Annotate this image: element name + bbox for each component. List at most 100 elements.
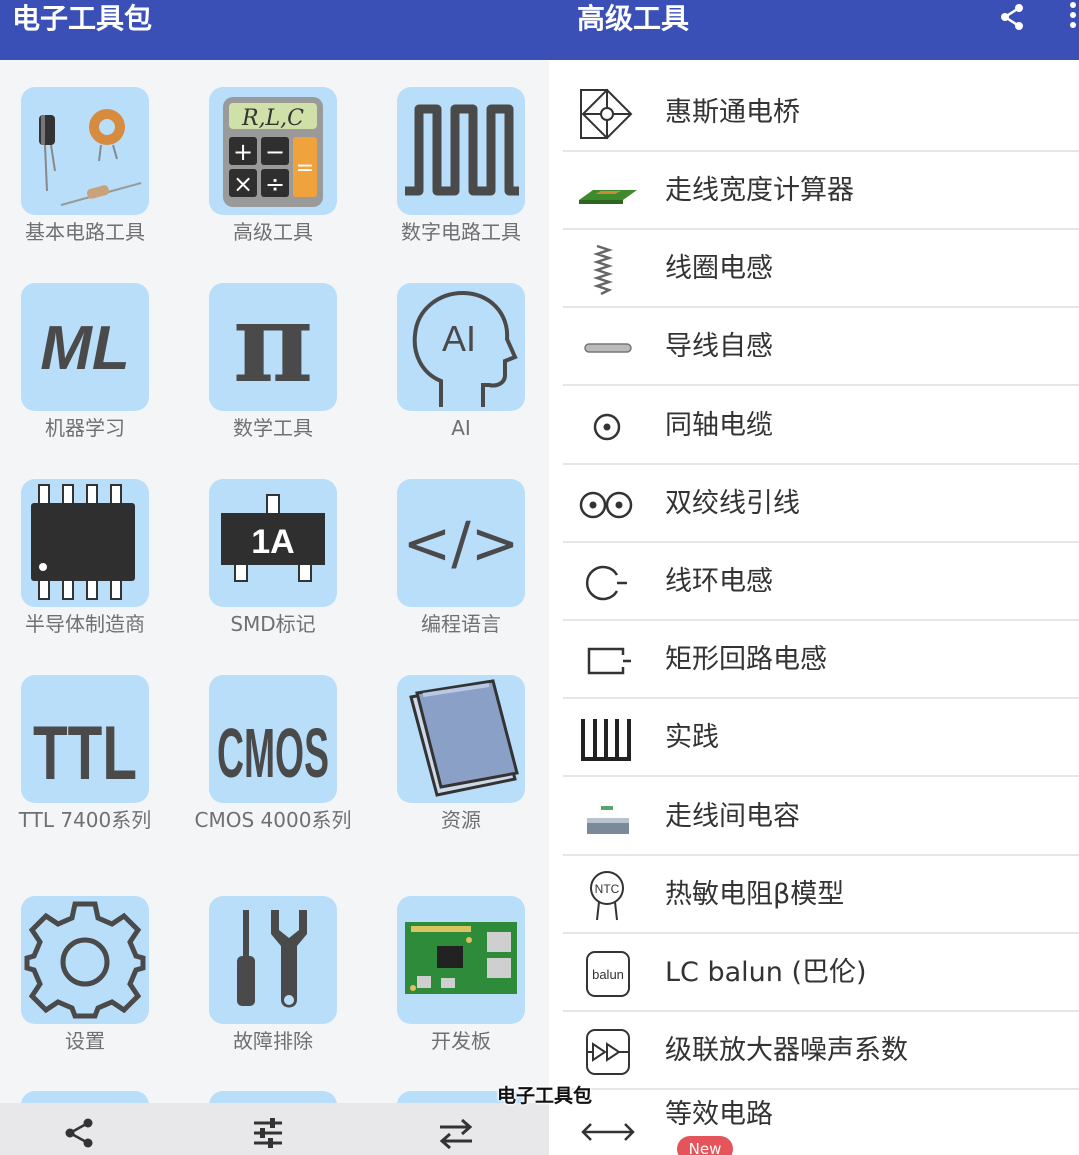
app-title: 电子工具包 (12, 2, 153, 35)
list-item-trace-capacitance[interactable]: 走线间电容 (549, 778, 1079, 856)
pi-text: π (233, 283, 314, 407)
amplifier-icon (573, 1026, 643, 1078)
ai-head-icon: AI (397, 283, 525, 411)
swap-button[interactable] (426, 1103, 486, 1155)
list-item-rectangular-loop-inductance[interactable]: 矩形回路电感 (549, 621, 1079, 699)
coax-icon (573, 401, 643, 453)
advanced-tools-screen: 高级工具 惠斯通电桥 走线宽度计算器 线圈电感 导线自感 同轴电缆 双绞线引线 … (549, 0, 1079, 1155)
tools-icon (209, 896, 337, 1024)
pi-icon: π (209, 283, 337, 411)
list-item-label: LC balun (巴伦) (665, 957, 867, 988)
tile-label: 数字电路工具 (401, 220, 521, 244)
list-item-label: 线圈电感 (665, 253, 773, 284)
bottom-nav (0, 1103, 549, 1155)
screen-title: 高级工具 (577, 2, 690, 35)
tile-label: 资源 (441, 808, 481, 832)
rect-loop-icon (573, 635, 643, 687)
gear-icon (21, 896, 149, 1024)
code-text: </> (403, 509, 520, 577)
svg-text:÷: ÷ (265, 170, 285, 198)
ml-text: ML (40, 314, 130, 383)
pcb-trace-icon (573, 166, 643, 218)
tile-label: 编程语言 (421, 612, 501, 636)
main-screen: 电子工具包 基本电路工具 R,L,C + − × ÷ = 高级工具 数字电路工具… (0, 0, 549, 1155)
tile-label: 数学工具 (233, 416, 313, 440)
list-item-label: 导线自感 (665, 331, 773, 362)
list-item-label: 走线宽度计算器 (665, 175, 854, 206)
square-wave-icon (397, 87, 525, 215)
app-bar: 电子工具包 (0, 0, 549, 60)
chip-icon (21, 479, 149, 607)
list-item-label: 同轴电缆 (665, 410, 773, 441)
tile-label: CMOS 4000系列 (194, 808, 352, 832)
list-item-label: 实践 (665, 722, 719, 753)
practice-icon (573, 713, 643, 765)
app-bar: 高级工具 (549, 0, 1079, 60)
smd-icon: 1A (209, 479, 337, 607)
wire-icon (573, 322, 643, 374)
tile-label: 高级工具 (233, 220, 313, 244)
tile-label: SMD标记 (230, 612, 316, 636)
ntc-icon: NTC (573, 870, 643, 922)
list-item-label: 线环电感 (665, 566, 773, 597)
tile-label: 故障排除 (233, 1029, 313, 1053)
list-item-wheatstone-bridge[interactable]: 惠斯通电桥 (549, 74, 1079, 152)
book-icon (397, 675, 525, 803)
list-item-coaxial-cable[interactable]: 同轴电缆 (549, 387, 1079, 465)
components-icon (21, 87, 149, 215)
tile-label: 设置 (65, 1029, 105, 1053)
double-arrow-icon (573, 1106, 643, 1155)
list-item-label: 惠斯通电桥 (665, 97, 800, 128)
list-item-equivalent-circuit[interactable]: 等效电路 (549, 1090, 1079, 1155)
list-item-coil-inductance[interactable]: 线圈电感 (549, 230, 1079, 308)
list-item-label: 级联放大器噪声系数 (665, 1035, 908, 1066)
balun-icon: balun (573, 948, 643, 1000)
list-item-label: 双绞线引线 (665, 488, 800, 519)
bridge-icon (573, 88, 643, 140)
rlc-text: R,L,C (241, 106, 304, 131)
coil-icon (573, 244, 643, 296)
svg-text:=: = (296, 156, 314, 181)
filter-button[interactable] (238, 1103, 298, 1155)
list-item-label: 等效电路 (665, 1099, 773, 1130)
smd-text: 1A (251, 523, 294, 561)
list-item-trace-width-calculator[interactable]: 走线宽度计算器 (549, 152, 1079, 230)
share-button[interactable] (50, 1103, 110, 1155)
ttl-icon: TTL (21, 675, 149, 803)
trace-capacitance-icon (573, 792, 643, 844)
tile-label: TTL 7400系列 (18, 808, 152, 832)
list-item-lc-balun[interactable]: balun LC balun (巴伦) (549, 934, 1079, 1012)
twisted-pair-icon (573, 479, 643, 531)
tile-label: 机器学习 (45, 416, 125, 440)
svg-text:×: × (233, 170, 253, 198)
share-button[interactable] (995, 0, 1029, 34)
list-item-loop-inductance[interactable]: 线环电感 (549, 543, 1079, 621)
code-icon: </> (397, 479, 525, 607)
sliders-icon (254, 1118, 282, 1148)
list-item-wire-self-inductance[interactable]: 导线自感 (549, 308, 1079, 386)
more-vert-icon (1070, 2, 1076, 28)
tile-label: 开发板 (431, 1029, 491, 1053)
tile-label: 基本电路工具 (25, 220, 145, 244)
loop-icon (573, 557, 643, 609)
svg-text:−: − (265, 138, 285, 166)
divider (563, 775, 1079, 777)
ttl-text: TTL (33, 711, 137, 796)
tile-label: AI (451, 416, 471, 440)
list-item-label: 热敏电阻β模型 (665, 879, 845, 910)
cmos-text: CMOS (217, 714, 329, 792)
calculator-icon: R,L,C + − × ÷ = (209, 87, 337, 215)
list-item-cascade-amplifier-noise[interactable]: 级联放大器噪声系数 (549, 1012, 1079, 1090)
overflow-menu-button[interactable] (1067, 0, 1079, 34)
list-item-thermistor-beta-model[interactable]: NTC 热敏电阻β模型 (549, 856, 1079, 934)
tile-label: 半导体制造商 (25, 612, 145, 636)
list-item-label: 矩形回路电感 (665, 644, 827, 675)
ml-icon: ML (21, 283, 149, 411)
ai-text: AI (442, 318, 476, 359)
list-item-practice[interactable]: 实践 (549, 699, 1079, 777)
list-item-twisted-pair-leads[interactable]: 双绞线引线 (549, 465, 1079, 543)
board-icon (397, 896, 525, 1024)
swap-icon (439, 1118, 473, 1150)
list-item-label: 走线间电容 (665, 801, 800, 832)
divider (563, 384, 1079, 386)
